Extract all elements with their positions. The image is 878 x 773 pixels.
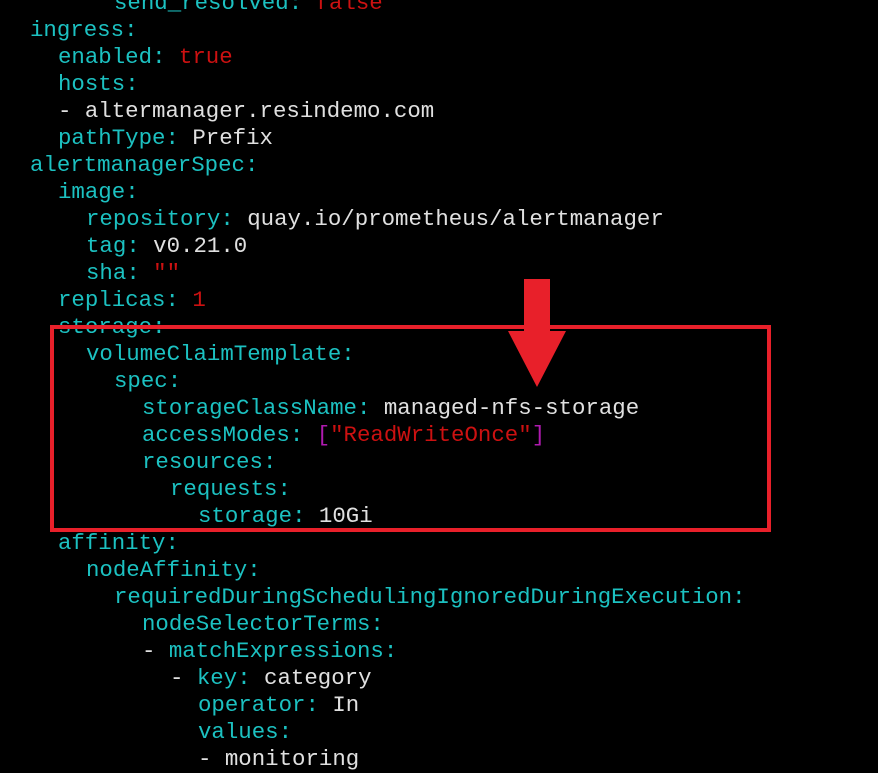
yaml-key: nodeAffinity: [86, 557, 248, 583]
yaml-value: v0.21.0: [139, 233, 248, 259]
yaml-colon: :: [165, 125, 179, 151]
yaml-value: "": [139, 260, 181, 286]
yaml-value: false: [302, 0, 383, 16]
yaml-key: replicas: [58, 287, 166, 313]
yaml-line: tag: v0.21.0: [86, 233, 247, 260]
yaml-key: key: [196, 665, 238, 691]
yaml-key: affinity: [58, 530, 166, 556]
yaml-colon: :: [126, 233, 140, 259]
yaml-key: tag: [86, 233, 127, 259]
yaml-colon: :: [220, 206, 234, 232]
yaml-key: repository: [86, 206, 221, 232]
yaml-colon: :: [278, 719, 293, 745]
yaml-line: - key: category: [170, 665, 372, 692]
down-arrow-icon: [508, 279, 566, 387]
list-dash: -: [58, 98, 85, 124]
yaml-line: operator: In: [198, 692, 359, 719]
yaml-key: hosts: [58, 71, 126, 97]
yaml-colon: :: [124, 17, 138, 43]
yaml-value: true: [165, 44, 233, 70]
yaml-line: sha: "": [86, 260, 180, 287]
list-dash: -: [198, 746, 225, 772]
yaml-colon: :: [247, 557, 261, 583]
yaml-line: replicas: 1: [58, 287, 206, 314]
yaml-line: nodeSelectorTerms:: [142, 611, 384, 638]
yaml-line: pathType: Prefix: [58, 125, 273, 152]
terminal-window: send_resolved: false ingress: enabled: tru…: [0, 0, 878, 772]
yaml-key: pathType: [58, 125, 166, 151]
yaml-key: image: [58, 179, 126, 205]
yaml-key: nodeSelectorTerms: [142, 611, 371, 637]
yaml-colon: :: [245, 152, 259, 178]
yaml-line: - altermanager.resindemo.com: [58, 98, 434, 125]
yaml-value: monitoring: [224, 746, 360, 772]
yaml-line: - matchExpressions:: [142, 638, 397, 665]
yaml-key: requiredDuringSchedulingIgnoredDuringExe…: [114, 584, 733, 610]
yaml-colon: :: [305, 692, 319, 718]
yaml-line: values:: [198, 719, 292, 746]
yaml-line: repository: quay.io/prometheus/alertmana…: [86, 206, 664, 233]
yaml-key: matchExpressions: [168, 638, 384, 664]
yaml-colon: :: [732, 584, 746, 610]
yaml-colon: :: [126, 260, 140, 286]
yaml-line: enabled: true: [58, 44, 233, 71]
yaml-value: category: [250, 665, 372, 691]
yaml-line: - monitoring: [198, 746, 359, 773]
yaml-value: quay.io/prometheus/alertmanager: [233, 206, 664, 232]
yaml-key: operator: [198, 692, 306, 718]
yaml-key: alertmanagerSpec: [30, 152, 245, 178]
yaml-colon: :: [288, 0, 303, 16]
yaml-value: 1: [178, 287, 206, 313]
yaml-line: affinity:: [58, 530, 179, 557]
yaml-line: ingress:: [30, 17, 138, 44]
list-dash: -: [142, 638, 169, 664]
yaml-value: Prefix: [178, 125, 273, 151]
yaml-line: alertmanagerSpec:: [30, 152, 258, 179]
yaml-key: sha: [86, 260, 127, 286]
yaml-colon: :: [125, 179, 139, 205]
yaml-line: image:: [58, 179, 139, 206]
yaml-value: In: [318, 692, 360, 718]
yaml-line: send_resolved: false: [114, 0, 383, 17]
yaml-colon: :: [152, 44, 166, 70]
yaml-colon: :: [165, 530, 179, 556]
yaml-key: values: [198, 719, 279, 745]
highlight-box: [50, 325, 771, 532]
yaml-key: enabled: [58, 44, 153, 70]
yaml-colon: :: [165, 287, 179, 313]
yaml-colon: :: [237, 665, 251, 691]
yaml-colon: :: [370, 611, 384, 637]
yaml-line: nodeAffinity:: [86, 557, 261, 584]
yaml-key: send_resolved: [114, 0, 289, 16]
yaml-line: requiredDuringSchedulingIgnoredDuringExe…: [114, 584, 746, 611]
list-dash: -: [170, 665, 197, 691]
yaml-colon: :: [383, 638, 398, 664]
yaml-value: altermanager.resindemo.com: [84, 98, 435, 124]
yaml-colon: :: [125, 71, 139, 97]
yaml-line: hosts:: [58, 71, 139, 98]
yaml-key: ingress: [30, 17, 125, 43]
